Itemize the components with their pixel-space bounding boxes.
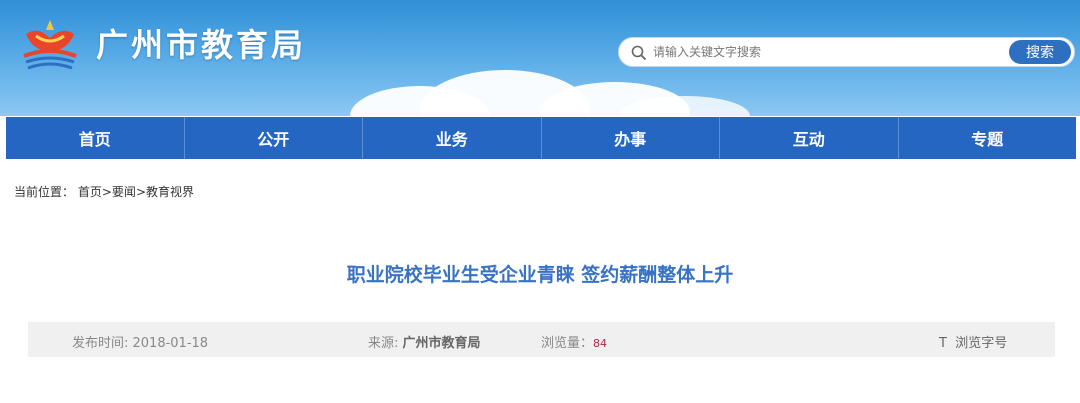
search-box: 搜索 — [618, 37, 1075, 67]
article-meta-bar: 发布时间: 2018-01-18 来源: 广州市教育局 浏览量：84 T 浏览字… — [28, 322, 1055, 357]
search-button[interactable]: 搜索 — [1009, 40, 1071, 64]
view-count: 浏览量：84 — [541, 332, 607, 351]
search-icon — [631, 45, 647, 61]
nav-item-business[interactable]: 业务 — [363, 117, 542, 159]
font-size-label: 浏览字号 — [955, 336, 1008, 351]
search-input[interactable] — [653, 41, 1003, 63]
site-header: 广州市教育局 搜索 — [0, 0, 1080, 116]
breadcrumb-separator: > — [101, 185, 112, 199]
main-nav: 首页 公开 业务 办事 互动 专题 — [6, 117, 1076, 159]
breadcrumb-home[interactable]: 首页 — [78, 185, 102, 199]
breadcrumb-education-vision[interactable]: 教育视界 — [146, 185, 194, 199]
site-title[interactable]: 广州市教育局 — [96, 20, 306, 66]
breadcrumb: 当前位置： 首页>要闻>教育视界 — [14, 183, 194, 200]
article-source: 来源: 广州市教育局 — [368, 332, 481, 351]
views-label: 浏览量： — [541, 336, 594, 351]
site-logo[interactable] — [18, 16, 82, 74]
publish-date: 发布时间: 2018-01-18 — [72, 336, 209, 351]
breadcrumb-news[interactable]: 要闻 — [112, 185, 136, 199]
article-title: 职业院校毕业生受企业青睐 签约薪酬整体上升 — [346, 264, 734, 286]
source-value: 广州市教育局 — [402, 336, 481, 351]
source-label: 来源: — [368, 336, 403, 351]
nav-item-home[interactable]: 首页 — [6, 117, 185, 159]
font-size-icon: T — [939, 336, 947, 351]
views-count: 84 — [593, 337, 608, 350]
nav-item-interaction[interactable]: 互动 — [720, 117, 899, 159]
nav-item-services[interactable]: 办事 — [542, 117, 720, 159]
nav-item-public[interactable]: 公开 — [185, 117, 363, 159]
font-size-control[interactable]: T 浏览字号 — [939, 332, 1007, 351]
nav-item-topics[interactable]: 专题 — [899, 117, 1077, 159]
breadcrumb-separator: > — [135, 185, 146, 199]
breadcrumb-prefix: 当前位置： — [14, 185, 75, 199]
